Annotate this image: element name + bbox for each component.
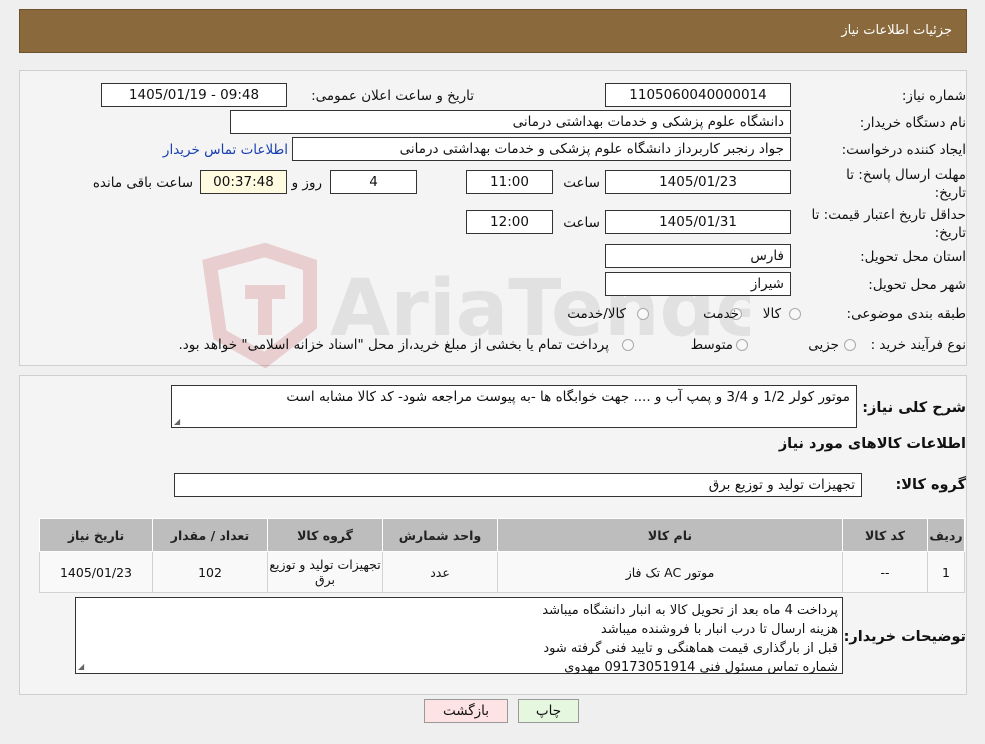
remaining-time-label: ساعت باقی مانده bbox=[92, 175, 193, 191]
purchase-medium-label: متوسط bbox=[690, 337, 733, 353]
need-number-field: 1105060040000014 bbox=[605, 83, 791, 107]
price-validity-label-2: تاریخ: bbox=[934, 225, 966, 241]
row-number-cell: 1 bbox=[927, 551, 965, 593]
purchase-medium-radio[interactable] bbox=[736, 339, 748, 351]
table-row: 1 -- موتور AC تک فاز عدد تجهیزات تولید و… bbox=[39, 551, 965, 593]
col-name-header: نام کالا bbox=[497, 518, 843, 552]
reply-deadline-date-field: 1405/01/23 bbox=[605, 170, 791, 194]
goods-group-label: گروه کالا: bbox=[895, 477, 966, 493]
buyer-note-line: پرداخت 4 ماه بعد از تحویل کالا به انبار … bbox=[542, 603, 838, 618]
category-both-label: کالا/خدمت bbox=[567, 306, 626, 322]
goods-code-cell: -- bbox=[842, 551, 928, 593]
validity-time-label: ساعت bbox=[563, 215, 600, 231]
buyer-org-field: دانشگاه علوم پزشکی و خدمات بهداشتی درمان… bbox=[230, 110, 791, 134]
col-qty-header: تعداد / مقدار bbox=[152, 518, 268, 552]
col-unit-header: واحد شمارش bbox=[382, 518, 498, 552]
page-title: جزئیات اطلاعات نیاز bbox=[841, 23, 952, 38]
unit-cell: عدد bbox=[382, 551, 498, 593]
goods-name-cell: موتور AC تک فاز bbox=[497, 551, 843, 593]
goods-info-title: اطلاعات کالاهای مورد نیاز bbox=[778, 436, 966, 452]
buyer-note-line: هزینه ارسال تا درب انبار با فروشنده میبا… bbox=[600, 622, 838, 637]
province-field: فارس bbox=[605, 244, 791, 268]
col-group-header: گروه کالا bbox=[267, 518, 383, 552]
remaining-days-field: 4 bbox=[330, 170, 417, 194]
col-row-header: ردیف bbox=[927, 518, 965, 552]
requester-label: ایجاد کننده درخواست: bbox=[841, 142, 966, 158]
treasury-note: پرداخت تمام یا بخشی از مبلغ خرید،از محل … bbox=[178, 337, 609, 353]
goods-group-cell: تجهیزات تولید و توزیع برق bbox=[267, 551, 383, 593]
category-goods-label: کالا bbox=[762, 306, 781, 322]
category-label: طبقه بندی موضوعی: bbox=[846, 306, 966, 322]
purchase-type-label: نوع فرآیند خرید : bbox=[870, 337, 966, 353]
category-both-radio[interactable] bbox=[637, 308, 649, 320]
city-field: شیراز bbox=[605, 272, 791, 296]
col-date-header: تاریخ نیاز bbox=[39, 518, 153, 552]
summary-field: موتور کولر 1/2 و 3/4 و پمپ آب و .... جهت… bbox=[171, 385, 857, 428]
buyer-note-line: شماره تماس مسئول فنی 09173051914 مهدوی bbox=[564, 660, 838, 675]
col-code-header: کد کالا bbox=[842, 518, 928, 552]
city-label: شهر محل تحویل: bbox=[868, 277, 966, 293]
need-date-cell: 1405/01/23 bbox=[39, 551, 153, 593]
quantity-cell: 102 bbox=[152, 551, 268, 593]
buyer-notes-field: پرداخت 4 ماه بعد از تحویل کالا به انبار … bbox=[75, 597, 843, 675]
price-validity-label: حداقل تاریخ اعتبار قیمت: تا bbox=[811, 207, 966, 223]
purchase-minor-label: جزیی bbox=[808, 337, 839, 353]
announce-datetime-field: 1405/01/19 - 09:48 bbox=[101, 83, 287, 107]
buyer-notes-label: توضیحات خریدار: bbox=[843, 629, 966, 645]
goods-group-field: تجهیزات تولید و توزیع برق bbox=[174, 473, 862, 497]
announce-datetime-label: تاریخ و ساعت اعلان عمومی: bbox=[311, 88, 474, 104]
need-number-label: شماره نیاز: bbox=[901, 88, 966, 104]
summary-label: شرح کلی نیاز: bbox=[862, 400, 966, 416]
goods-table-header: ردیف کد کالا نام کالا واحد شمارش گروه کا… bbox=[39, 518, 965, 552]
remaining-time-field: 00:37:48 bbox=[200, 170, 287, 194]
notes-resize-handle-icon[interactable]: ◢ bbox=[78, 663, 86, 671]
reply-time-label: ساعت bbox=[563, 175, 600, 191]
buyer-note-line: قبل از بارگذاری قیمت هماهنگی و تایید فنی… bbox=[543, 641, 838, 656]
days-label: روز و bbox=[291, 175, 322, 191]
back-button[interactable]: بازگشت bbox=[424, 699, 508, 723]
buyer-contact-link[interactable]: اطلاعات تماس خریدار bbox=[163, 142, 288, 158]
reply-deadline-time-field: 11:00 bbox=[466, 170, 553, 194]
buyer-org-label: نام دستگاه خریدار: bbox=[859, 115, 966, 131]
treasury-checkbox[interactable] bbox=[622, 339, 634, 351]
province-label: استان محل تحویل: bbox=[860, 249, 966, 265]
print-button[interactable]: چاپ bbox=[518, 699, 579, 723]
goods-table: ردیف کد کالا نام کالا واحد شمارش گروه کا… bbox=[39, 518, 965, 593]
requester-field: جواد رنجبر کاربرداز دانشگاه علوم پزشکی و… bbox=[292, 137, 791, 161]
reply-deadline-label: مهلت ارسال پاسخ: تا bbox=[846, 167, 966, 183]
category-goods-radio[interactable] bbox=[789, 308, 801, 320]
price-validity-date-field: 1405/01/31 bbox=[605, 210, 791, 234]
price-validity-time-field: 12:00 bbox=[466, 210, 553, 234]
resize-handle-icon[interactable]: ◢ bbox=[174, 418, 182, 426]
category-service-label: خدمت bbox=[703, 306, 739, 322]
reply-deadline-label-2: تاریخ: bbox=[934, 185, 966, 201]
purchase-minor-radio[interactable] bbox=[844, 339, 856, 351]
page-header: جزئیات اطلاعات نیاز bbox=[19, 9, 967, 53]
